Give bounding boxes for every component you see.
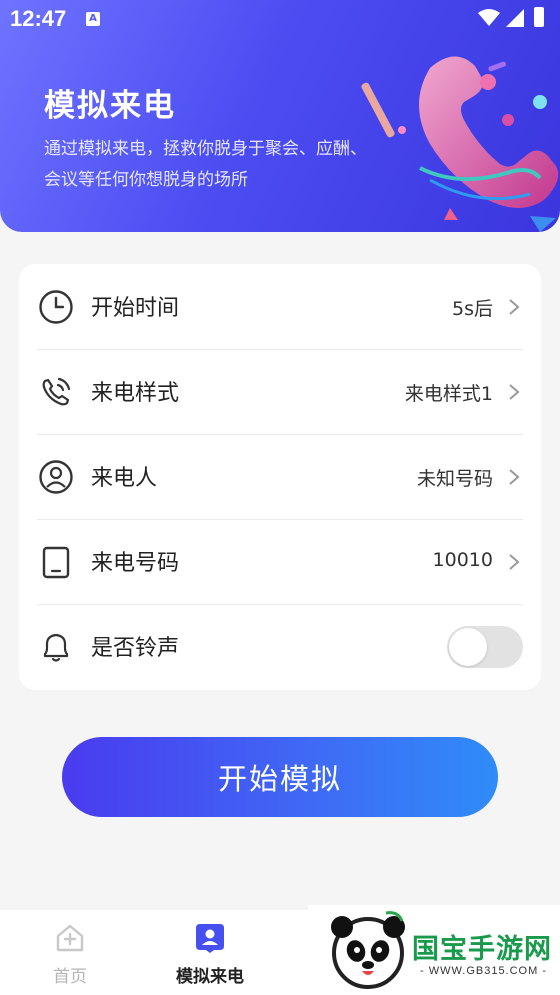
caller-number-row[interactable]: 来电号码 10010	[19, 519, 541, 604]
panda-logo-icon	[331, 911, 405, 989]
signal-icon	[506, 9, 524, 27]
nav-item-home[interactable]: 首页	[0, 910, 140, 995]
user-icon	[39, 460, 73, 494]
ringtone-toggle[interactable]	[447, 626, 523, 668]
start-time-row[interactable]: 开始时间 5s后	[19, 264, 541, 349]
caller-number-label: 来电号码	[91, 551, 180, 576]
ringtone-label: 是否铃声	[91, 636, 180, 661]
hero-description: 通过模拟来电，拯救你脱身于聚会、应酬、会议等任何你想脱身的场所	[44, 139, 367, 190]
chevron-right-icon	[509, 469, 520, 485]
clock-icon	[39, 290, 73, 324]
status-bar: 12:47 A	[0, 0, 560, 38]
bell-icon	[43, 633, 69, 662]
ringtone-row: 是否铃声	[19, 604, 541, 689]
battery-icon	[534, 7, 544, 27]
phone-handset-illustration	[361, 56, 559, 232]
wifi-icon	[478, 9, 500, 26]
status-time: 12:47	[10, 6, 67, 31]
settings-card: 开始时间 5s后 来电样式 来电样式1 来电人 未知号码 来电号码 10010 …	[19, 264, 541, 690]
chevron-right-icon	[509, 299, 520, 315]
caller-label: 来电人	[91, 466, 158, 491]
watermark-url: - WWW.GB315.COM -	[420, 965, 547, 977]
chevron-right-icon	[509, 554, 520, 570]
chevron-right-icon	[509, 384, 520, 400]
nav-home-label: 首页	[53, 967, 87, 987]
page-title: 模拟来电	[44, 88, 176, 124]
phone-call-icon	[42, 377, 71, 406]
notification-icon: A	[86, 12, 100, 26]
watermark-text: 国宝手游网	[412, 934, 552, 965]
start-time-value: 5s后	[452, 298, 493, 320]
tablet-icon	[42, 546, 70, 579]
hero-banner: 12:47 A 模拟来电 通过模拟来电，拯救你脱身于聚会、应酬、会议等任何你想脱…	[0, 0, 560, 232]
home-icon	[56, 924, 84, 952]
toggle-knob	[449, 628, 487, 666]
contact-icon	[196, 924, 224, 953]
start-simulation-button[interactable]: 开始模拟	[62, 737, 498, 817]
call-style-label: 来电样式	[91, 381, 180, 406]
caller-value: 未知号码	[416, 468, 493, 490]
call-style-value: 来电样式1	[404, 383, 493, 405]
nav-simulate-label: 模拟来电	[176, 967, 244, 987]
start-time-label: 开始时间	[91, 296, 180, 321]
nav-item-simulate-call[interactable]: 模拟来电	[140, 910, 280, 995]
watermark-logo: 国宝手游网 - WWW.GB315.COM -	[308, 905, 560, 995]
caller-number-value: 10010	[432, 549, 493, 571]
caller-row[interactable]: 来电人 未知号码	[19, 434, 541, 519]
call-style-row[interactable]: 来电样式 来电样式1	[19, 349, 541, 434]
